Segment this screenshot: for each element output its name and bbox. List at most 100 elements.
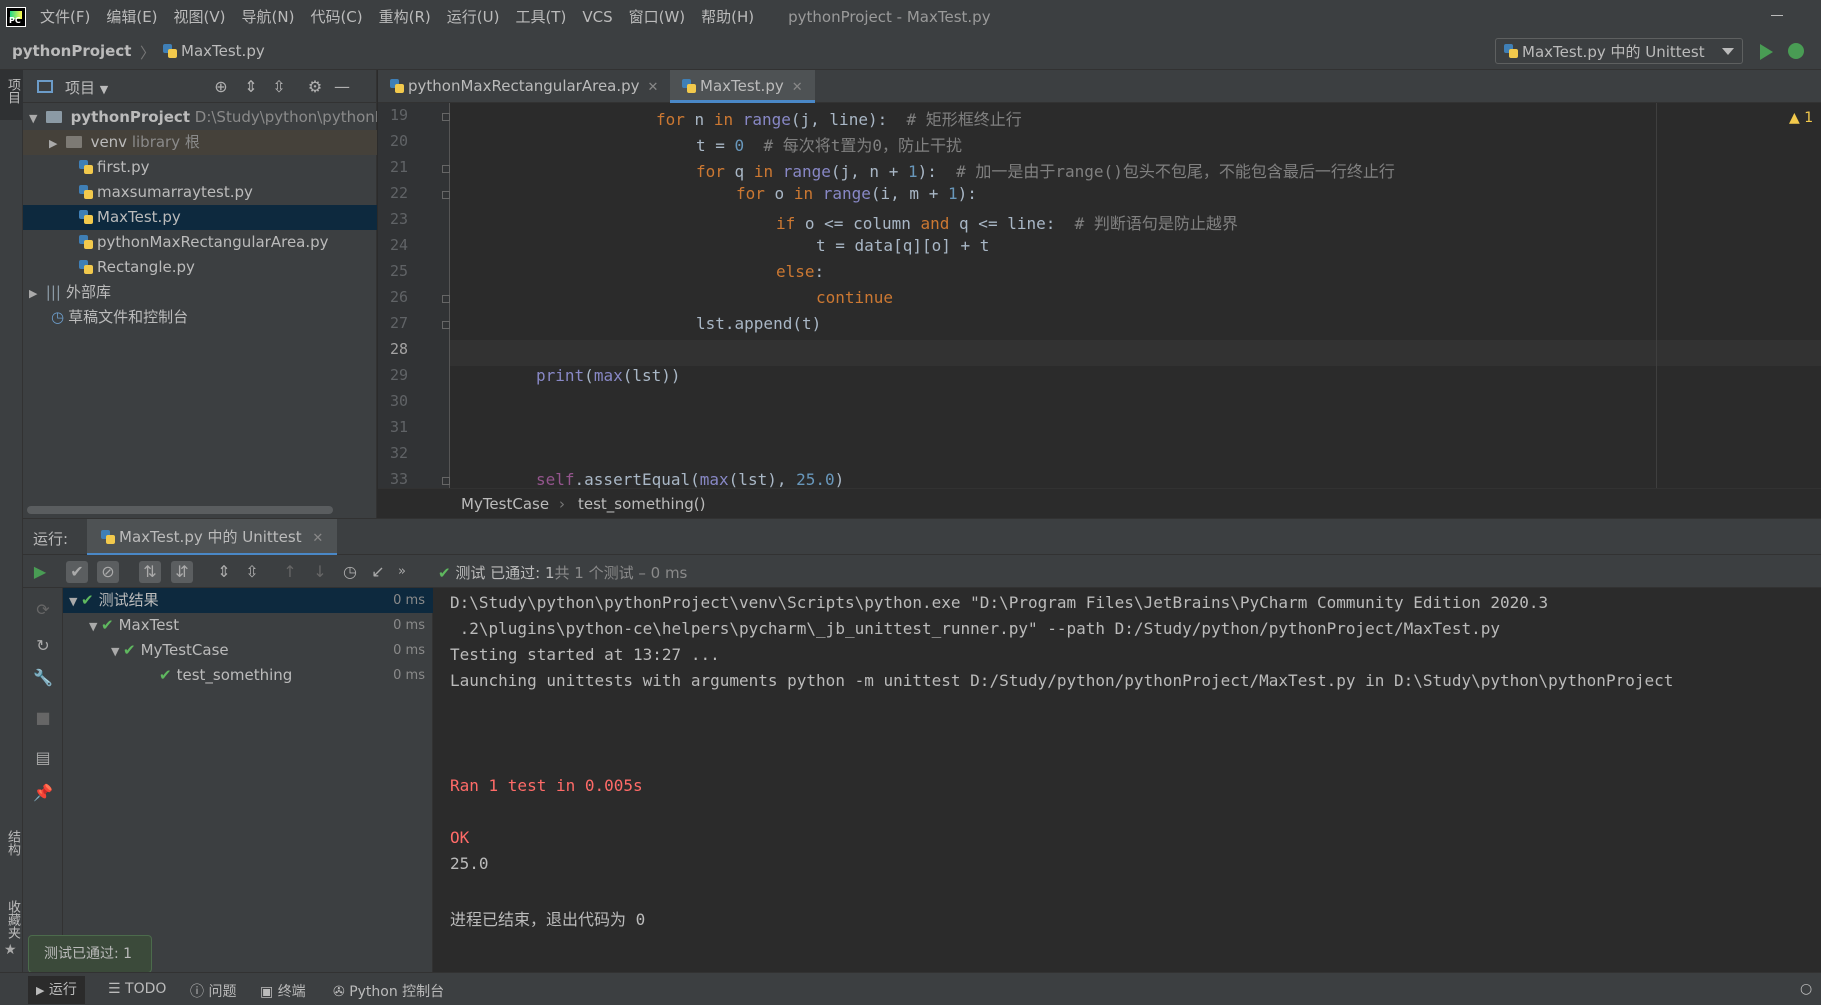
run-configuration-select[interactable]: MaxTest.py 中的 Unittest bbox=[1495, 38, 1743, 64]
stop-icon[interactable]: ■ bbox=[33, 708, 53, 728]
minimize-icon[interactable] bbox=[1769, 6, 1785, 22]
sort-by-duration-icon[interactable]: ⇵ bbox=[171, 561, 193, 583]
breadcrumb-method[interactable]: test_something() bbox=[578, 495, 705, 513]
tree-item-maxtest-py[interactable]: MaxTest.py bbox=[23, 205, 377, 230]
project-tool-button[interactable]: 项目 bbox=[0, 70, 23, 120]
fold-marker-icon[interactable] bbox=[442, 191, 450, 199]
favorites-tool-button[interactable]: 收藏夹 bbox=[3, 900, 22, 939]
fold-marker-icon[interactable] bbox=[442, 321, 450, 329]
library-icon: ||| bbox=[45, 283, 61, 301]
search-icon[interactable]: ○ bbox=[1800, 981, 1812, 997]
toggle-auto-test-icon[interactable]: ⟳ bbox=[33, 600, 53, 620]
code-line-20: t = 0 # 每次将t置为0，防止干扰 bbox=[696, 136, 962, 155]
bottom-tab-terminal[interactable]: ▣ 终端 bbox=[260, 981, 306, 1001]
tree-item-project-root[interactable]: ▼ pythonProject D:\Study\python\pythonP bbox=[23, 105, 377, 130]
structure-tool-button[interactable]: 结构 bbox=[3, 830, 22, 856]
previous-failed-icon[interactable]: ↑ bbox=[279, 561, 301, 583]
menu-help[interactable]: 帮助(H) bbox=[701, 6, 754, 27]
close-icon[interactable]: ✕ bbox=[312, 531, 323, 546]
code-line-24: t = data[q][o] + t bbox=[816, 236, 990, 255]
close-icon[interactable]: ✕ bbox=[792, 80, 803, 95]
fold-marker-icon[interactable] bbox=[442, 295, 450, 303]
result-row-maxtest[interactable]: ▼ ✔ MaxTest 0 ms bbox=[63, 613, 433, 638]
fold-marker-icon[interactable] bbox=[442, 477, 450, 485]
python-file-icon bbox=[1504, 44, 1518, 58]
menu-vcs[interactable]: VCS bbox=[582, 8, 612, 26]
sort-alphabetically-icon[interactable]: ⇅ bbox=[139, 561, 161, 583]
layout-icon[interactable]: ▤ bbox=[33, 748, 53, 768]
tree-item-scratches[interactable]: ◷ 草稿文件和控制台 bbox=[23, 305, 377, 330]
import-tests-icon[interactable]: ↙ bbox=[367, 561, 389, 583]
bottom-tab-problems[interactable]: ⓘ 问题 bbox=[190, 981, 236, 1001]
menu-window[interactable]: 窗口(W) bbox=[629, 6, 686, 27]
run-tab[interactable]: MaxTest.py 中的 Unittest ✕ bbox=[87, 519, 338, 556]
chevron-down-icon: ▼ bbox=[89, 620, 98, 633]
locate-icon[interactable]: ⊕ bbox=[213, 79, 229, 95]
menu-view[interactable]: 视图(V) bbox=[174, 6, 226, 27]
tree-item-pythonmaxrectangulararea-py[interactable]: pythonMaxRectangularArea.py bbox=[23, 230, 377, 255]
bottom-tab-python-console[interactable]: ✇ Python 控制台 bbox=[333, 981, 444, 1001]
collapse-all-icon[interactable]: ⇳ bbox=[241, 561, 263, 583]
breadcrumb-class[interactable]: MyTestCase bbox=[461, 495, 549, 513]
chevron-right-icon: ▶ bbox=[29, 287, 38, 300]
bottom-tab-run[interactable]: ▶ 运行 bbox=[28, 976, 85, 1004]
navigation-bar: pythonProject 〉 MaxTest.py MaxTest.py 中的… bbox=[0, 33, 1821, 70]
menu-refactor[interactable]: 重构(R) bbox=[379, 6, 431, 27]
tree-item-external-libraries[interactable]: ▶ ||| 外部库 bbox=[23, 280, 377, 305]
fold-marker-icon[interactable] bbox=[442, 113, 450, 121]
tree-item-first-py[interactable]: first.py bbox=[23, 155, 377, 180]
menu-code[interactable]: 代码(C) bbox=[310, 6, 362, 27]
history-icon[interactable]: ◷ bbox=[339, 561, 361, 583]
hide-icon[interactable]: — bbox=[334, 79, 350, 95]
tree-item-rectangle-py[interactable]: Rectangle.py bbox=[23, 255, 377, 280]
test-passed-tooltip: 测试已通过: 1 bbox=[28, 935, 152, 973]
left-tool-strip: 项目 结构 收藏夹 ★ bbox=[0, 70, 23, 972]
nav-project-crumb[interactable]: pythonProject bbox=[12, 42, 131, 60]
code-editor[interactable]: 19 20 21 22 23 24 25 26 27 28 29 30 31 3… bbox=[378, 103, 1821, 488]
wrench-icon[interactable]: 🔧 bbox=[33, 668, 53, 688]
menu-run[interactable]: 运行(U) bbox=[447, 6, 500, 27]
tab-maxtest[interactable]: MaxTest.py ✕ bbox=[670, 70, 815, 103]
nav-file-crumb[interactable]: MaxTest.py bbox=[163, 42, 265, 60]
check-icon: ✔ bbox=[438, 564, 451, 582]
fold-marker-icon[interactable] bbox=[442, 165, 450, 173]
close-icon[interactable]: ✕ bbox=[648, 80, 659, 95]
pycharm-logo-icon: PC bbox=[6, 6, 26, 27]
result-row-mytestcase[interactable]: ▼ ✔ MyTestCase 0 ms bbox=[63, 638, 433, 663]
pin-icon[interactable]: 📌 bbox=[33, 783, 53, 803]
menu-file[interactable]: 文件(F) bbox=[40, 6, 90, 27]
menu-tools[interactable]: 工具(T) bbox=[515, 6, 566, 27]
warning-icon[interactable]: ▲ 1 bbox=[1789, 110, 1813, 126]
debug-icon[interactable] bbox=[1788, 43, 1804, 59]
run-icon[interactable] bbox=[1760, 44, 1773, 60]
more-icon[interactable]: » bbox=[391, 561, 413, 583]
collapse-all-icon[interactable]: ⇳ bbox=[271, 79, 287, 95]
python-file-icon bbox=[79, 160, 93, 174]
gear-icon[interactable]: ⚙ bbox=[307, 79, 323, 95]
result-row-test-something[interactable]: ✔ test_something 0 ms bbox=[63, 663, 433, 688]
expand-all-icon[interactable]: ⇕ bbox=[243, 79, 259, 95]
menu-edit[interactable]: 编辑(E) bbox=[106, 6, 157, 27]
result-row-root[interactable]: ▼ ✔ 测试结果 0 ms bbox=[63, 588, 433, 613]
tree-item-maxsumarraytest-py[interactable]: maxsumarraytest.py bbox=[23, 180, 377, 205]
info-icon: ⓘ bbox=[190, 984, 204, 1000]
tree-item-venv[interactable]: ▶ venv library 根 bbox=[23, 130, 377, 155]
show-passed-icon[interactable]: ✔ bbox=[66, 561, 88, 583]
rerun-icon[interactable]: ▶ bbox=[29, 561, 51, 583]
code-line-21: for q in range(j, n + 1): # 加一是由于range()… bbox=[696, 162, 1395, 181]
show-ignored-icon[interactable]: ⊘ bbox=[97, 561, 119, 583]
console-line: Testing started at 13:27 ... bbox=[450, 645, 720, 664]
horizontal-scrollbar[interactable] bbox=[27, 506, 333, 514]
expand-all-icon[interactable]: ⇕ bbox=[213, 561, 235, 583]
run-console[interactable]: D:\Study\python\pythonProject\venv\Scrip… bbox=[434, 588, 1821, 972]
menu-navigate[interactable]: 导航(N) bbox=[242, 6, 295, 27]
rerun-automatically-icon[interactable]: ↻ bbox=[33, 636, 53, 656]
next-failed-icon[interactable]: ↓ bbox=[309, 561, 331, 583]
code-line-19: for n in range(j, line): # 矩形框终止行 bbox=[656, 110, 1022, 129]
chevron-down-icon: ▼ bbox=[29, 112, 38, 125]
right-margin-guide bbox=[1656, 103, 1657, 488]
project-view-select[interactable]: 项目 ▼ bbox=[65, 77, 108, 98]
bottom-tab-todo[interactable]: ☰ TODO bbox=[108, 981, 166, 997]
tab-pythonmaxrectangulararea[interactable]: pythonMaxRectangularArea.py ✕ bbox=[378, 70, 670, 103]
check-icon: ✔ bbox=[101, 616, 114, 634]
